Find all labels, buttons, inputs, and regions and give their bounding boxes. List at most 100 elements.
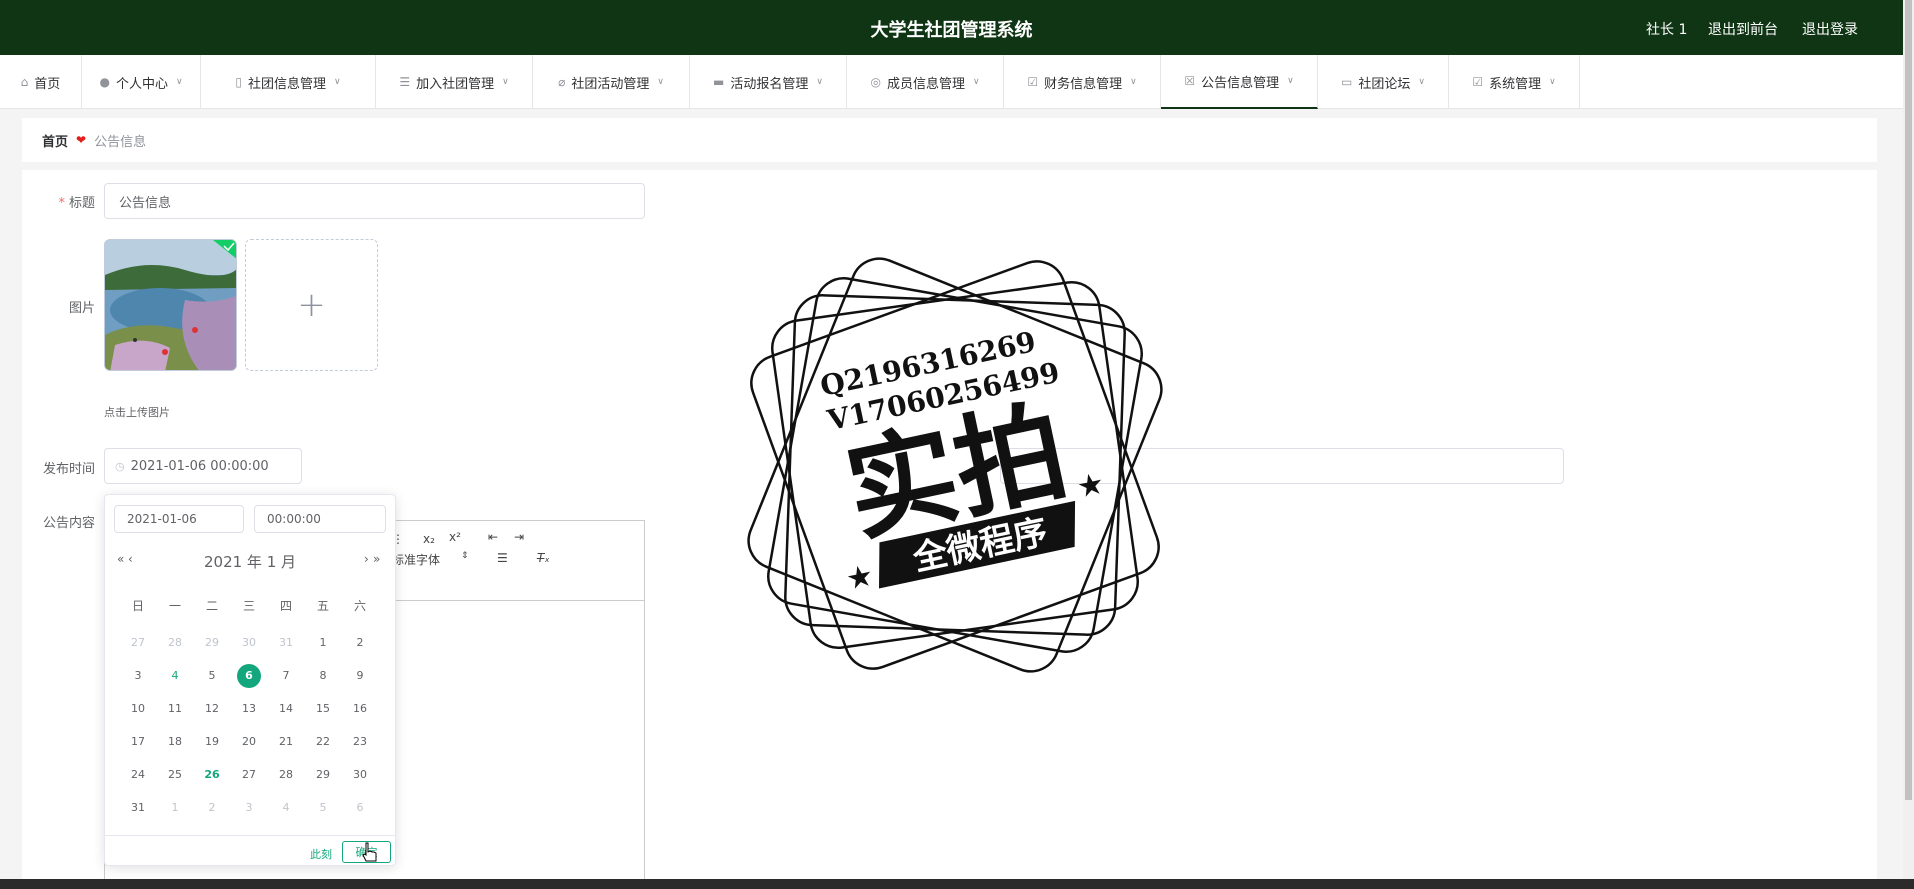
picker-date-input[interactable]: 2021-01-06	[114, 505, 244, 533]
calendar-day[interactable]: 1	[311, 631, 335, 655]
calendar-day[interactable]: 19	[200, 730, 224, 754]
calendar-day[interactable]: 4	[163, 664, 187, 688]
back-to-front-link[interactable]: 退出到前台	[1708, 19, 1778, 39]
calendar-day[interactable]: 8	[311, 664, 335, 688]
calendar-day[interactable]: 2	[200, 796, 224, 820]
calendar-day[interactable]: 28	[274, 763, 298, 787]
picker-time-input[interactable]: 00:00:00	[254, 505, 386, 533]
calendar-day[interactable]: 6	[348, 796, 372, 820]
calendar-day[interactable]: 30	[348, 763, 372, 787]
watermark-stamp: Q2196316269 V17060256499 实拍 全微程序 ★ ★	[747, 257, 1163, 673]
clear-format-icon[interactable]: T̶ₓ	[537, 551, 550, 565]
calendar-day[interactable]: 22	[311, 730, 335, 754]
calendar-day[interactable]: 5	[311, 796, 335, 820]
nav-item-home[interactable]: ⌂ 首页	[0, 55, 82, 109]
publish-time-input[interactable]: ◷ 2021-01-06 00:00:00	[104, 448, 302, 484]
calendar-day[interactable]: 16	[348, 697, 372, 721]
calendar-day[interactable]: 27	[237, 763, 261, 787]
calendar-day[interactable]: 29	[200, 631, 224, 655]
nav-item-forum[interactable]: ▭ 社团论坛 ∨	[1318, 55, 1449, 109]
next-year-icon[interactable]: »	[373, 552, 380, 566]
font-family-select[interactable]: 标准字体	[392, 551, 440, 568]
calendar-day[interactable]: 3	[126, 664, 150, 688]
bottom-bar	[0, 879, 1914, 889]
content-label: 公告内容	[42, 516, 95, 531]
nav-item-club-info[interactable]: ▯ 社团信息管理 ∨	[201, 55, 376, 109]
nav-item-activity-signup[interactable]: ▬ 活动报名管理 ∨	[690, 55, 847, 109]
nav-item-label: 系统管理	[1489, 76, 1542, 92]
vertical-scrollbar[interactable]	[1903, 0, 1914, 879]
add-image-button[interactable]: +	[245, 239, 378, 371]
list-icon: ☰	[399, 75, 411, 89]
calendar-day[interactable]: 4	[274, 796, 298, 820]
nav-item-system[interactable]: ☑ 系统管理 ∨	[1449, 55, 1580, 109]
calendar-day[interactable]: 31	[274, 631, 298, 655]
phone-icon: ▯	[235, 75, 242, 89]
chevron-down-icon: ∨	[1418, 77, 1425, 87]
picker-header: 2021 年 1 月	[203, 553, 297, 571]
calendar-day[interactable]: 20	[237, 730, 261, 754]
calendar-day[interactable]: 13	[237, 697, 261, 721]
calendar-day[interactable]: 14	[274, 697, 298, 721]
calendar-day[interactable]: 1	[163, 796, 187, 820]
calendar-day[interactable]: 6	[237, 664, 261, 688]
calendar-day[interactable]: 18	[163, 730, 187, 754]
nav-item-members[interactable]: ◎ 成员信息管理 ∨	[847, 55, 1004, 109]
nav-item-club-activity[interactable]: ⌀ 社团活动管理 ∨	[533, 55, 690, 109]
calendar-day[interactable]: 24	[126, 763, 150, 787]
chat-icon: ▭	[1341, 75, 1353, 89]
breadcrumb-home[interactable]: 首页	[42, 131, 68, 150]
nav-item-label: 个人中心	[115, 76, 168, 92]
indent-icon[interactable]: ⇥	[514, 530, 524, 544]
outdent-icon[interactable]: ⇤	[488, 530, 498, 544]
calendar-day[interactable]: 10	[126, 697, 150, 721]
calendar-day[interactable]: 26	[200, 763, 224, 787]
calendar-day[interactable]: 9	[348, 664, 372, 688]
nav-item-join-club[interactable]: ☰ 加入社团管理 ∨	[376, 55, 533, 109]
calendar-day[interactable]: 30	[237, 631, 261, 655]
now-button[interactable]: 此刻	[310, 846, 332, 862]
required-mark: *	[58, 196, 65, 211]
nav-item-label: 公告信息管理	[1201, 75, 1280, 91]
weekday-header: 二	[205, 599, 218, 613]
calendar-day[interactable]: 25	[163, 763, 187, 787]
calendar-day[interactable]: 27	[126, 631, 150, 655]
calendar-day[interactable]: 28	[163, 631, 187, 655]
subscript-icon[interactable]: x₂	[423, 532, 435, 546]
calendar-day[interactable]: 2	[348, 631, 372, 655]
home-icon: ⌂	[20, 75, 29, 89]
calendar-day[interactable]: 23	[348, 730, 372, 754]
weekday-header: 三	[242, 599, 255, 613]
calendar-day[interactable]: 3	[237, 796, 261, 820]
breadcrumb: 首页 ❤ 公告信息	[22, 118, 1877, 162]
chevron-down-icon: ∨	[502, 77, 509, 87]
nav-item-profile[interactable]: ● 个人中心 ∨	[82, 55, 201, 109]
calendar-day[interactable]: 15	[311, 697, 335, 721]
chevron-down-icon: ∨	[175, 77, 183, 87]
calendar-day[interactable]: 12	[200, 697, 224, 721]
app-title: 大学生社团管理系统	[870, 20, 1033, 41]
title-input[interactable]: 公告信息	[104, 183, 645, 219]
chevron-down-icon: ∨	[1549, 77, 1556, 87]
uploaded-image[interactable]	[104, 239, 237, 371]
picker-footer-divider	[105, 835, 395, 836]
next-month-icon[interactable]: ›	[364, 552, 369, 566]
align-left-icon[interactable]: ☰	[497, 551, 508, 565]
superscript-icon[interactable]: x²	[449, 530, 461, 544]
calendar-day[interactable]: 11	[163, 697, 187, 721]
nav-item-label: 成员信息管理	[886, 76, 965, 92]
calendar-day[interactable]: 7	[274, 664, 298, 688]
logout-link[interactable]: 退出登录	[1802, 19, 1858, 39]
scrollbar-thumb[interactable]	[1905, 0, 1912, 800]
calendar-day[interactable]: 31	[126, 796, 150, 820]
image-label: 图片	[68, 301, 95, 316]
nav-item-notice[interactable]: ☒ 公告信息管理 ∨	[1161, 55, 1318, 109]
calendar-day[interactable]: 29	[311, 763, 335, 787]
calendar-day[interactable]: 5	[200, 664, 224, 688]
user-label[interactable]: 社长 1	[1646, 19, 1687, 39]
weekday-header: 日	[131, 599, 144, 613]
nav-item-finance[interactable]: ☑ 财务信息管理 ∨	[1004, 55, 1161, 109]
chevron-down-icon: ∨	[1287, 76, 1294, 86]
calendar-day[interactable]: 17	[126, 730, 150, 754]
calendar-day[interactable]: 21	[274, 730, 298, 754]
